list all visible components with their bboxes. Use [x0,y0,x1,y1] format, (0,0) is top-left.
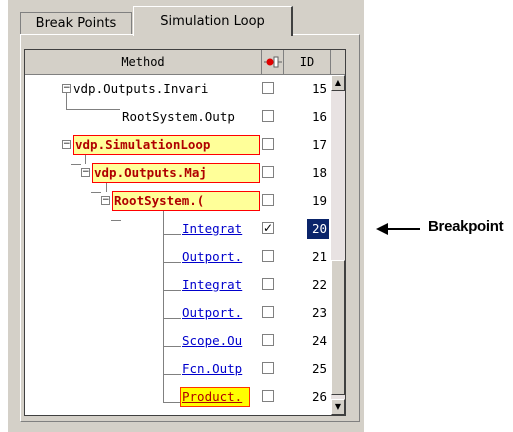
expand-toggle-icon[interactable]: − [62,140,71,149]
breakpoint-checkbox[interactable] [262,278,274,290]
method-label: Scope.Ou [182,333,243,348]
method-label: RootSystem.Outp [122,109,235,124]
breakpoint-checkbox[interactable] [262,250,274,262]
row-id: 17 [311,137,327,152]
method-label: Outport. [182,249,243,264]
column-header-method[interactable]: Method [25,50,262,75]
scroll-up-button[interactable]: ▲ [331,75,345,91]
breakpoint-checkbox[interactable] [262,334,274,346]
breakpoint-checkbox[interactable] [262,138,274,150]
column-header-breakpoint[interactable] [262,50,284,75]
expand-toggle-icon[interactable]: − [101,196,110,205]
method-label: RootSystem.( [112,191,260,211]
method-label: vdp.Outputs.Maj [92,163,260,183]
method-label: vdp.Outputs.Invari [73,81,209,96]
tab-break-points[interactable]: Break Points [20,12,132,34]
row-id: 21 [311,249,327,264]
row-id: 15 [311,81,327,96]
vertical-scrollbar[interactable]: ▲ ▼ [331,75,345,415]
column-header-id[interactable]: ID [284,50,331,75]
table-row[interactable]: Integrat 22 [25,271,347,299]
table-row[interactable]: − vdp.Outputs.Maj 18 [25,159,347,187]
method-label: Fcn.Outp [182,361,243,376]
header-corner [331,50,345,75]
table-row[interactable]: Product. 26 [25,383,347,411]
table-row[interactable]: Outport. 23 [25,299,347,327]
table-row[interactable]: − RootSystem.( 19 [25,187,347,215]
breakpoint-checkbox[interactable] [262,390,274,402]
scroll-thumb[interactable] [331,260,345,395]
simulation-loop-table: Method ID − vdp.Outputs.Invari 15 RootSy… [24,49,346,416]
table-row[interactable]: − vdp.Outputs.Invari 15 [25,75,347,103]
tab-simulation-loop[interactable]: Simulation Loop [133,6,293,36]
left-arrow-icon [376,223,420,235]
table-row[interactable]: Outport. 21 [25,243,347,271]
row-id: 25 [311,361,327,376]
breakpoint-checkbox[interactable] [262,166,274,178]
row-id: 20 [307,219,329,239]
method-label: Integrat [182,277,243,292]
method-label: Product. [180,387,250,407]
method-label: vdp.SimulationLoop [73,135,260,155]
expand-toggle-icon[interactable]: − [81,168,90,177]
breakpoint-checkbox[interactable]: ✓ [262,222,274,234]
breakpoint-checkbox[interactable] [262,82,274,94]
expand-toggle-icon[interactable]: − [62,84,71,93]
row-id: 24 [311,333,327,348]
row-id: 26 [311,389,327,404]
breakpoint-column-icon [263,56,282,68]
breakpoint-checkbox[interactable] [262,306,274,318]
method-label: Outport. [182,305,243,320]
row-id: 16 [311,109,327,124]
row-id: 23 [311,305,327,320]
row-id: 22 [311,277,327,292]
scroll-down-button[interactable]: ▼ [331,399,345,415]
breakpoint-checkbox[interactable] [262,194,274,206]
breakpoint-checkbox[interactable] [262,362,274,374]
table-row[interactable]: Integrat ✓ 20 [25,215,347,243]
breakpoint-callout-label: Breakpoint [428,218,504,235]
breakpoint-checkbox[interactable] [262,110,274,122]
table-row[interactable]: Fcn.Outp 25 [25,355,347,383]
table-row[interactable]: RootSystem.Outp 16 [25,103,347,131]
method-label: Integrat [182,221,243,236]
row-id: 19 [311,193,327,208]
table-row[interactable]: Scope.Ou 24 [25,327,347,355]
table-row[interactable]: − vdp.SimulationLoop 17 [25,131,347,159]
row-id: 18 [311,165,327,180]
